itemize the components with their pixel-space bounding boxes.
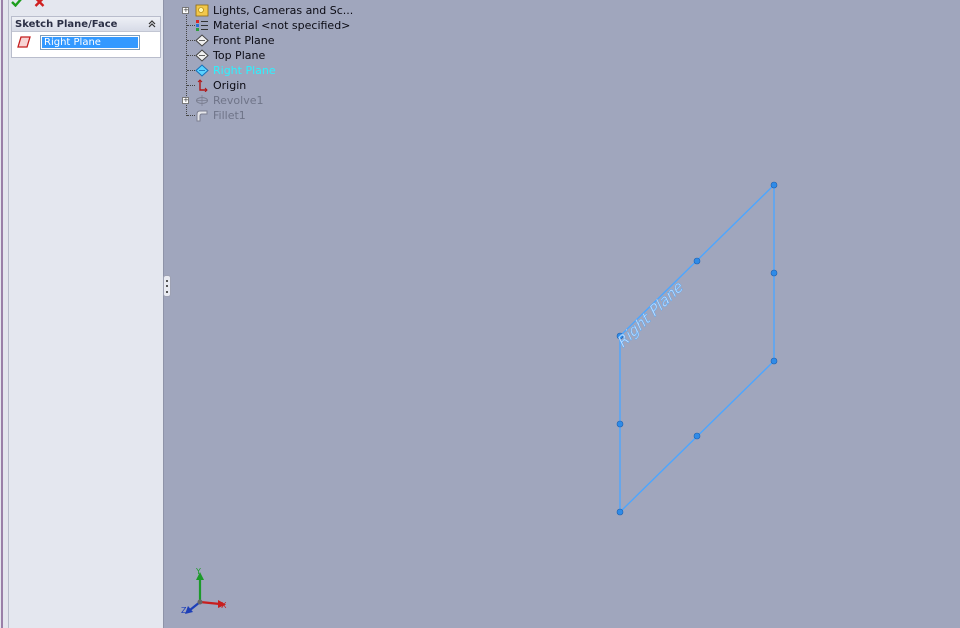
property-manager-panel: Sketch Plane/Face Right Plane [9,0,164,628]
tree-item-label: Lights, Cameras and Sc... [213,4,354,17]
plane-icon [195,49,209,62]
tree-item-label: Right Plane [213,64,276,77]
triad-axis-z: Z [181,601,201,615]
sketch-plane-icon [17,36,31,48]
tree-item-label: Top Plane [213,49,266,62]
left-edge-strip [0,0,9,628]
material-icon [196,20,208,31]
double-chevron-up-icon [148,20,156,28]
sketch-plane-group-header[interactable]: Sketch Plane/Face [12,17,160,32]
lights-cameras-scene-icon [195,4,209,17]
sketch-plane-group: Sketch Plane/Face Right Plane [11,16,161,58]
tree-item-top-plane[interactable]: Top Plane [182,48,342,63]
tree-item-label: Revolve1 [213,94,264,107]
cancel-button[interactable] [32,0,46,8]
close-icon [34,0,44,7]
expand-icon[interactable]: + [182,97,189,104]
triad-axis-y: Y [195,567,204,602]
collapse-button[interactable] [147,19,157,29]
triad-origin [197,599,203,605]
plane-icon [195,34,209,47]
sketch-plane-group-body: Right Plane [12,32,160,57]
panel-splitter-handle[interactable] [163,275,171,297]
tree-item-right-plane[interactable]: Right Plane [182,63,342,78]
origin-icon [197,79,208,92]
checkmark-icon [11,0,22,7]
plane-handle [616,508,624,516]
revolve-icon [196,95,208,106]
tree-item-revolve1[interactable]: + Revolve1 [182,93,342,108]
feature-tree: + Lights, Cameras and Sc... Material <no… [182,3,353,123]
tree-item-label: Origin [213,79,247,92]
plane-handle [770,181,778,189]
tree-item-front-plane[interactable]: Front Plane [182,33,342,48]
tree-item-origin[interactable]: Origin [182,78,342,93]
selection-list[interactable]: Right Plane [40,35,140,50]
plane-handle [616,420,624,428]
tree-item-label: Front Plane [213,34,275,47]
tree-item-lights-cameras[interactable]: + Lights, Cameras and Sc... [182,3,353,18]
expand-icon[interactable]: + [182,7,189,14]
fillet-icon [196,110,208,122]
x-axis-label: X [221,601,227,610]
plane-handle [770,357,778,365]
plane-handle [770,269,778,277]
reference-triad: Y X Z [181,567,227,615]
tree-item-material[interactable]: Material <not specified> [182,18,350,33]
group-title: Sketch Plane/Face [15,18,118,30]
ok-button[interactable] [10,0,24,8]
triad-axis-x: X [199,600,227,610]
tree-item-label: Fillet1 [213,109,246,122]
plane-handle [693,432,701,440]
selection-item[interactable]: Right Plane [42,37,138,48]
plane-icon [195,64,209,77]
tree-item-label: Material <not specified> [213,19,351,32]
plane-handle [693,257,701,265]
plane-label: Right Plane [615,277,687,351]
y-axis-label: Y [195,567,201,576]
tree-item-fillet1[interactable]: Fillet1 [182,108,342,123]
plane-outline [619,183,775,514]
property-manager-actions [9,0,164,10]
z-axis-label: Z [181,606,187,615]
